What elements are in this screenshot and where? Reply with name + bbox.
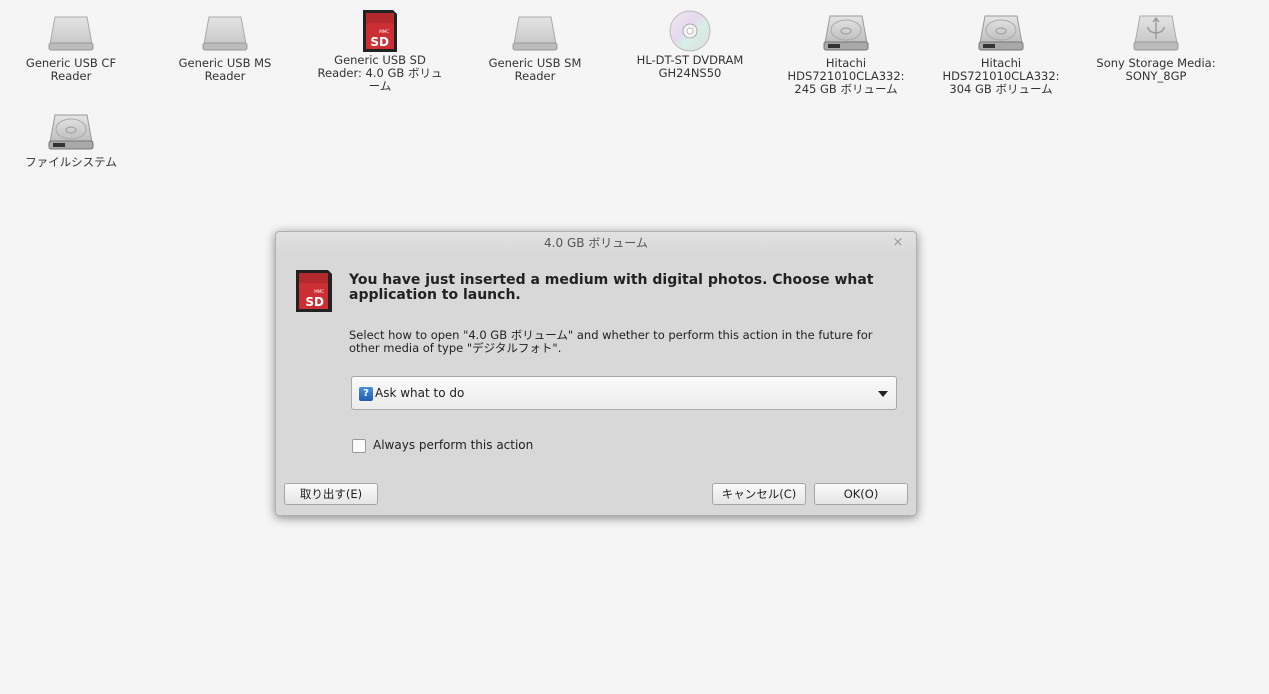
desktop-icon-label: ファイルシステム: [25, 155, 117, 169]
dialog-description: Select how to open "4.0 GB ボリューム" and wh…: [349, 328, 873, 355]
hard-disk-icon: [46, 113, 96, 155]
desktop-icon-hdd-245[interactable]: Hitachi HDS721010CLA332: 245 GB ボリューム: [776, 14, 916, 96]
help-question-icon: ?: [359, 387, 373, 401]
usb-drive-icon: [1131, 14, 1181, 56]
always-perform-label[interactable]: Always perform this action: [373, 438, 533, 452]
svg-text:SD: SD: [370, 35, 389, 49]
hard-disk-icon: [821, 14, 871, 56]
sd-card-icon: SD MMC: [295, 269, 335, 313]
desktop-icon-label: Generic USB SD Reader: 4.0 GB ボリューム: [317, 53, 443, 93]
action-combobox[interactable]: ? Ask what to do: [351, 376, 897, 410]
cancel-button[interactable]: キャンセル(C): [712, 483, 806, 505]
removable-drive-icon: [46, 14, 96, 56]
removable-drive-icon: [200, 14, 250, 56]
desktop-icon-label: Generic USB MS Reader: [178, 56, 272, 83]
combobox-selected-value: Ask what to do: [375, 386, 465, 400]
desktop-icon-filesystem[interactable]: ファイルシステム: [1, 113, 141, 169]
desktop-icon-dvd-drive[interactable]: HL-DT-ST DVDRAM GH24NS50: [620, 9, 760, 80]
hard-disk-icon: [976, 14, 1026, 56]
desktop-icon-label: Generic USB CF Reader: [25, 56, 117, 83]
svg-text:MMC: MMC: [379, 29, 389, 34]
ok-button[interactable]: OK(O): [814, 483, 908, 505]
desktop-icon-cf-reader[interactable]: Generic USB CF Reader: [1, 14, 141, 83]
desktop-icon-hdd-304[interactable]: Hitachi HDS721010CLA332: 304 GB ボリューム: [931, 14, 1071, 96]
chevron-down-icon: [878, 391, 888, 397]
desktop-icon-label: Hitachi HDS721010CLA332: 245 GB ボリューム: [787, 56, 905, 96]
always-perform-checkbox[interactable]: [352, 439, 366, 453]
dialog-heading: You have just inserted a medium with dig…: [349, 272, 874, 303]
close-icon[interactable]: ×: [892, 236, 904, 250]
desktop-icon-label: Generic USB SM Reader: [488, 56, 582, 83]
removable-drive-icon: [510, 14, 560, 56]
dialog-titlebar[interactable]: 4.0 GB ボリューム: [276, 232, 916, 254]
desktop-icon-label: Sony Storage Media: SONY_8GP: [1096, 56, 1216, 83]
dialog-title: 4.0 GB ボリューム: [544, 236, 648, 250]
desktop-icon-sm-reader[interactable]: Generic USB SM Reader: [465, 14, 605, 83]
autorun-dialog: 4.0 GB ボリューム × SD MMC You have just inser…: [275, 231, 917, 516]
sd-card-icon: SD MMC: [355, 9, 405, 53]
svg-text:SD: SD: [305, 295, 324, 309]
optical-disc-icon: [665, 9, 715, 53]
svg-text:MMC: MMC: [314, 289, 324, 294]
eject-button[interactable]: 取り出す(E): [284, 483, 378, 505]
desktop-icon-sony-usb[interactable]: Sony Storage Media: SONY_8GP: [1086, 14, 1226, 83]
desktop-icon-ms-reader[interactable]: Generic USB MS Reader: [155, 14, 295, 83]
desktop-icon-sd-reader[interactable]: SD MMC Generic USB SD Reader: 4.0 GB ボリュー…: [310, 9, 450, 93]
desktop-icon-label: HL-DT-ST DVDRAM GH24NS50: [636, 53, 744, 80]
desktop-icon-label: Hitachi HDS721010CLA332: 304 GB ボリューム: [942, 56, 1060, 96]
